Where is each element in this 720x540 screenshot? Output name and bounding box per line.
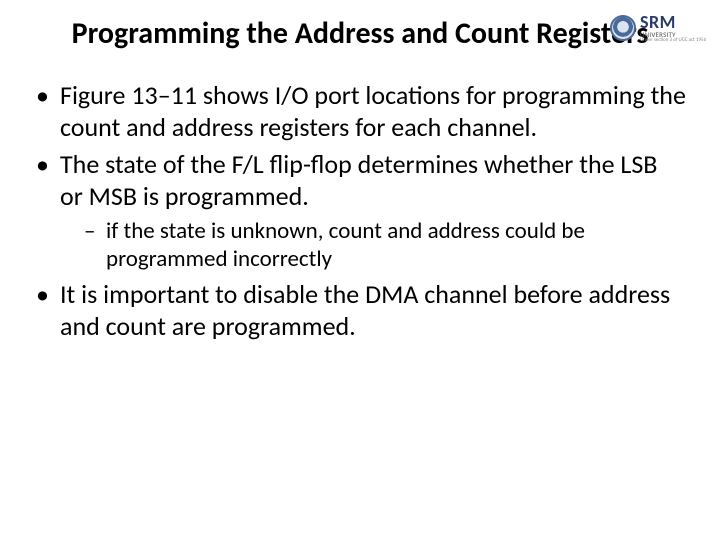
- list-item: It is important to disable the DMA chann…: [34, 279, 686, 342]
- list-item-text: The state of the F/L flip-flop determine…: [60, 148, 657, 212]
- list-item: The state of the F/L flip-flop determine…: [34, 149, 686, 273]
- list-item: Figure 13–11 shows I/O port locations fo…: [34, 80, 686, 143]
- logo-text: SRM UNIVERSITY Under section 3 of UGC ac…: [640, 13, 706, 43]
- bullet-list: Figure 13–11 shows I/O port locations fo…: [34, 80, 686, 342]
- logo-tag: Under section 3 of UGC act 1956: [640, 38, 706, 43]
- slide-title: Programming the Address and Count Regist…: [40, 0, 680, 52]
- slide-body: Figure 13–11 shows I/O port locations fo…: [0, 52, 720, 342]
- srm-logo: SRM UNIVERSITY Under section 3 of UGC ac…: [610, 6, 710, 50]
- logo-main: SRM: [640, 13, 706, 31]
- logo-seal-icon: [610, 15, 636, 41]
- sub-bullet-list: if the state is unknown, count and addre…: [60, 217, 686, 273]
- list-item: if the state is unknown, count and addre…: [84, 217, 686, 273]
